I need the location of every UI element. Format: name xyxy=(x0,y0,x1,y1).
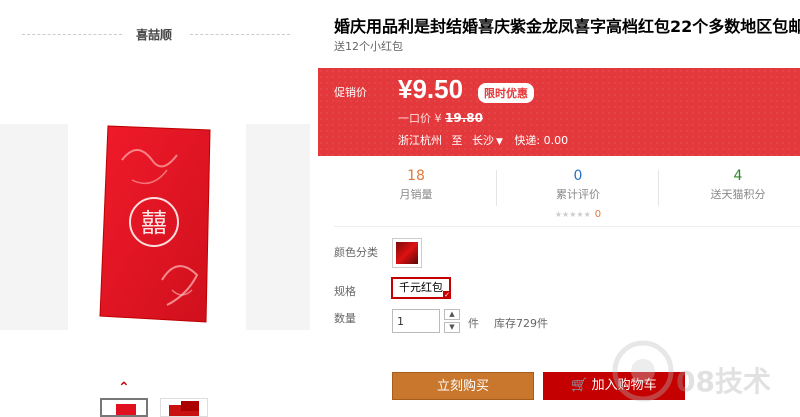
monthly-sales-label: 月销量 xyxy=(399,188,433,201)
ship-destination-select[interactable]: 长沙 ▼ xyxy=(472,134,503,147)
quantity-label: 数量 xyxy=(334,312,356,325)
price-panel: 促销价 ¥9.50 限时优惠 一口价 ¥ 19.80 浙江杭州 至 长沙 ▼ 快递… xyxy=(318,68,800,156)
quantity-unit: 件 xyxy=(468,317,479,330)
divider-right xyxy=(190,34,290,35)
points-label: 送天猫积分 xyxy=(710,188,766,201)
rating-row: ★★★★★ 0 xyxy=(498,202,658,221)
cart-icon: 🛒 xyxy=(571,378,588,393)
points-value: 4 xyxy=(733,168,743,184)
stat-divider xyxy=(496,170,497,206)
product-gallery: 喜喆顺 囍 ⌃ xyxy=(0,0,318,417)
ship-from: 浙江杭州 xyxy=(398,134,442,147)
star-rating-icon: ★★★★★ xyxy=(554,210,591,219)
thumbnail-2-image xyxy=(169,401,199,416)
quantity-down-icon[interactable]: ▼ xyxy=(444,322,460,333)
promo-price: ¥9.50 xyxy=(398,74,464,104)
stock-count: 库存729件 xyxy=(494,317,548,330)
product-title: 婚庆用品利是封结婚喜庆紫金龙凤喜字高档红包22个多数地区包邮 xyxy=(334,17,800,36)
selected-check-icon: ✓ xyxy=(443,291,451,299)
stat-monthly-sales: 18 月销量 xyxy=(336,168,496,202)
stats-bar: 18 月销量 0 累计评价 ★★★★★ 0 4 送天猫积分 xyxy=(318,168,800,221)
product-subtitle: 送12个小红包 xyxy=(334,40,403,53)
ship-to-word: 至 xyxy=(451,134,463,147)
prev-image-panel[interactable] xyxy=(0,124,68,330)
shipping-fee: 快递: 0.00 xyxy=(514,134,569,147)
thumbnail-up-arrow-icon[interactable]: ⌃ xyxy=(118,380,130,396)
spec-option-button[interactable]: 千元红包 ✓ xyxy=(391,277,451,299)
divider xyxy=(334,226,800,227)
watermark-text: 08技术 xyxy=(676,365,771,398)
next-image-panel[interactable] xyxy=(246,124,310,330)
watermark-logo-icon xyxy=(612,340,674,402)
double-happiness-text: 囍 xyxy=(141,209,167,239)
shipping-info: 浙江杭州 至 长沙 ▼ 快递: 0.00 xyxy=(398,132,568,148)
reviews-label: 累计评价 xyxy=(556,188,600,201)
thumbnail-1-image xyxy=(116,404,136,415)
rating-count: 0 xyxy=(594,209,602,220)
store-name[interactable]: 喜喆顺 xyxy=(136,26,172,43)
product-main-image: 囍 xyxy=(99,125,211,323)
monthly-sales-value: 18 xyxy=(407,168,425,184)
original-price-value: 19.80 xyxy=(445,111,483,125)
divider-left xyxy=(22,34,122,35)
limited-offer-badge: 限时优惠 xyxy=(478,83,534,103)
color-swatch-image xyxy=(396,242,418,264)
original-price-label: 一口价 ¥ xyxy=(398,112,442,125)
chevron-down-icon: ▼ xyxy=(496,137,503,147)
stat-tmall-points: 4 送天猫积分 xyxy=(658,168,800,202)
spec-option-label: 千元红包 xyxy=(399,281,443,294)
color-swatch[interactable] xyxy=(392,238,422,268)
original-price: 一口价 ¥ 19.80 xyxy=(398,110,483,126)
quantity-input[interactable]: 1 xyxy=(392,309,440,333)
reviews-value: 0 xyxy=(573,168,583,184)
color-label: 颜色分类 xyxy=(334,246,378,259)
stat-reviews[interactable]: 0 累计评价 ★★★★★ 0 xyxy=(498,168,658,221)
thumbnail-2[interactable] xyxy=(160,398,208,417)
site-watermark: 08技术 xyxy=(608,330,798,410)
quantity-up-icon[interactable]: ▲ xyxy=(444,309,460,320)
buy-now-button[interactable]: 立刻购买 xyxy=(392,372,534,400)
promo-price-label: 促销价 xyxy=(334,86,367,99)
ship-destination: 长沙 xyxy=(472,134,494,147)
spec-label: 规格 xyxy=(334,285,356,298)
thumbnail-1[interactable] xyxy=(100,398,148,417)
